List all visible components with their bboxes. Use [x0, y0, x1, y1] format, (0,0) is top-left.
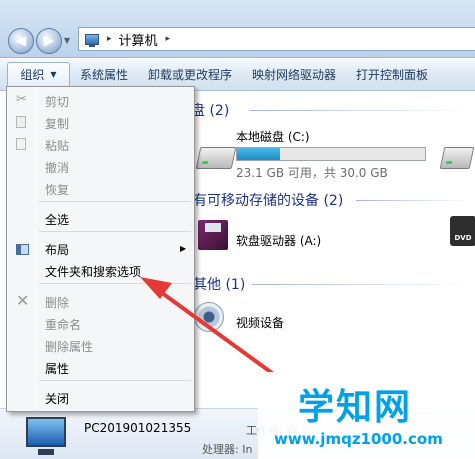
group-divider	[252, 284, 470, 285]
open-control-panel-button[interactable]: 打开控制面板	[346, 59, 438, 90]
group-divider	[250, 110, 470, 111]
second-hard-drive-icon[interactable]	[439, 147, 475, 169]
floppy-drive-a-label[interactable]: 软盘驱动器 (A:)	[236, 232, 321, 249]
video-device-label[interactable]: 视频设备	[236, 314, 284, 331]
menu-item-remove-properties[interactable]: 删除属性	[45, 338, 93, 355]
watermark-title: 学知网	[298, 387, 413, 428]
address-box[interactable]: ▸ 计算机 ▸	[78, 27, 475, 51]
computer-name: PC201901021355	[84, 421, 192, 435]
scissors-icon: ✂	[16, 92, 27, 107]
dvd-drive-icon[interactable]: DVD	[450, 216, 475, 246]
breadcrumb-computer[interactable]: 计算机	[119, 30, 158, 49]
menu-item-folder-and-search-options[interactable]: 文件夹和搜索选项	[45, 263, 141, 280]
address-bar-area: ◀ ▶ ▼ ▸ 计算机 ▸	[0, 0, 475, 58]
forward-button[interactable]: ▶	[36, 28, 62, 54]
delete-x-icon: ✕	[16, 291, 30, 310]
menu-separator	[39, 283, 191, 284]
breadcrumb-separator-icon[interactable]: ▸	[107, 34, 112, 44]
menu-item-redo[interactable]: 恢复	[45, 181, 69, 198]
group-header-other[interactable]: 其他 (1)	[193, 274, 245, 294]
computer-large-icon	[26, 417, 66, 455]
recent-pages-dropdown-icon[interactable]: ▼	[64, 36, 70, 45]
organize-menu: ✂ 剪切 复制 粘贴 撤消 恢复 全选 布局 ▶ 文件夹和搜索选项 ✕ 删除 重…	[6, 86, 195, 412]
paste-icon	[16, 138, 26, 150]
local-disk-c-free-space: 23.1 GB 可用，共 30.0 GB	[236, 166, 388, 180]
menu-separator	[39, 380, 191, 381]
layout-icon	[16, 244, 29, 255]
group-header-hard-disks[interactable]: 盘 (2)	[191, 100, 229, 120]
menu-item-undo[interactable]: 撤消	[45, 159, 69, 176]
group-divider	[356, 200, 471, 201]
computer-icon	[85, 33, 99, 47]
local-disk-c-label[interactable]: 本地磁盘 (C:)	[236, 128, 310, 145]
menu-item-layout[interactable]: 布局	[45, 241, 69, 258]
floppy-drive-icon[interactable]	[198, 220, 228, 250]
group-header-removable[interactable]: 有可移动存储的设备 (2)	[193, 190, 343, 210]
menu-item-close[interactable]: 关闭	[45, 390, 69, 407]
watermark-url: www.jmqz1000.com	[274, 430, 443, 448]
menu-separator	[39, 201, 191, 202]
menu-item-delete[interactable]: 删除	[45, 294, 69, 311]
processor-value: 处理器: In	[202, 443, 253, 456]
organize-label: 组织	[20, 68, 45, 82]
disk-capacity-bar	[236, 147, 426, 161]
menu-icon-gutter	[35, 89, 36, 409]
menu-item-select-all[interactable]: 全选	[45, 211, 69, 228]
webcam-icon[interactable]	[194, 302, 224, 332]
submenu-arrow-icon: ▶	[180, 244, 187, 253]
breadcrumb-chevron-icon[interactable]: ▸	[166, 34, 171, 44]
menu-item-cut[interactable]: 剪切	[45, 93, 69, 110]
disk-capacity-fill	[237, 148, 281, 160]
chevron-down-icon: ▼	[50, 70, 57, 79]
back-arrow-icon: ◀	[15, 33, 27, 49]
menu-item-properties[interactable]: 属性	[45, 360, 69, 377]
organize-button[interactable]: 组织 ▼	[7, 61, 70, 88]
menu-item-rename[interactable]: 重命名	[45, 316, 81, 333]
menu-item-copy[interactable]: 复制	[45, 115, 69, 132]
menu-item-paste[interactable]: 粘贴	[45, 137, 69, 154]
hard-drive-icon[interactable]	[195, 147, 237, 169]
site-watermark: 学知网 www.jmqz1000.com	[258, 372, 475, 459]
menu-separator	[39, 231, 191, 232]
copy-icon	[16, 116, 26, 128]
forward-arrow-icon: ▶	[43, 33, 55, 49]
map-network-drive-button[interactable]: 映射网络驱动器	[242, 59, 346, 90]
back-button[interactable]: ◀	[8, 28, 34, 54]
